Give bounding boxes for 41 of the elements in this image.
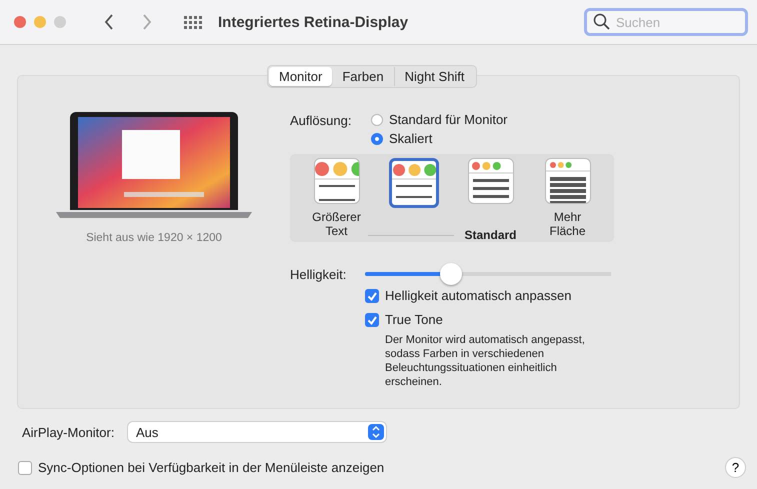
- grid-icon: [184, 16, 202, 28]
- resolution-label: Auflösung:: [290, 113, 352, 130]
- tab[interactable]: Farben: [332, 67, 394, 86]
- forward-button[interactable]: [142, 13, 152, 31]
- scaling-label: Standard: [464, 228, 516, 242]
- chevron-right-icon: [142, 13, 152, 31]
- scaling-label: Mehr Fläche: [548, 210, 587, 238]
- search-icon: [593, 13, 610, 30]
- scaling-option[interactable]: [388, 158, 438, 208]
- slider-thumb[interactable]: [440, 263, 462, 285]
- airplay-label: AirPlay-Monitor:: [22, 424, 116, 440]
- search-field[interactable]: Suchen: [584, 8, 748, 36]
- radio-button[interactable]: [371, 132, 383, 144]
- scaling-option[interactable]: [314, 158, 360, 204]
- tab[interactable]: Monitor: [269, 67, 332, 86]
- checkbox[interactable]: [18, 460, 32, 474]
- checkbox[interactable]: [365, 288, 379, 302]
- scaling-option[interactable]: [544, 158, 590, 204]
- radio-label: Skaliert: [389, 131, 432, 146]
- show-all-button[interactable]: [184, 16, 202, 28]
- window-preview-icon: [314, 159, 358, 203]
- true-tone-description: Der Monitor wird automatisch angepasst, sodass Farben in verschiedenen Beleuchtungssituationen einheitlich erscheinen.: [385, 333, 586, 389]
- window-title: Integriertes Retina-Display: [218, 14, 408, 30]
- scaling-option[interactable]: [468, 158, 514, 204]
- back-button[interactable]: [104, 13, 114, 31]
- close-button[interactable]: [14, 16, 26, 28]
- tab[interactable]: Night Shift: [394, 67, 475, 86]
- scaling-label: Größerer Text: [311, 210, 362, 238]
- checkbox-label: Helligkeit automatisch anpassen: [385, 288, 572, 303]
- dropdown-arrows-icon: [368, 424, 384, 440]
- window-preview-icon: [546, 159, 590, 203]
- help-button[interactable]: ?: [725, 457, 746, 478]
- airplay-dropdown[interactable]: Aus: [128, 422, 386, 442]
- resolution-caption: Sieht aus wie 1920 × 1200: [86, 232, 222, 244]
- checkbox-label: Sync-Optionen bei Verfügbarkeit in der Menüleiste anzeigen: [38, 460, 384, 475]
- checkbox[interactable]: [365, 312, 379, 326]
- radio-button[interactable]: [371, 114, 383, 126]
- chevron-left-icon: [104, 13, 114, 31]
- checkbox-label: True Tone: [385, 312, 443, 327]
- brightness-label: Helligkeit:: [290, 266, 348, 282]
- radio-label: Standard für Monitor: [389, 112, 508, 127]
